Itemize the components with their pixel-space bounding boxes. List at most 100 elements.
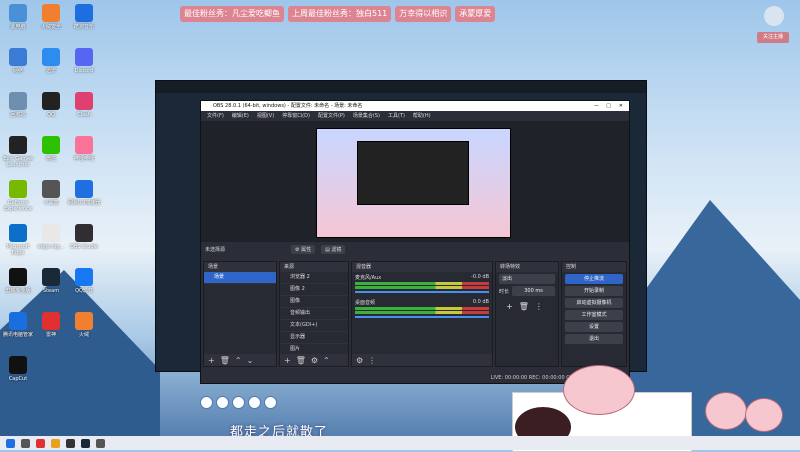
desktop-icon[interactable]: 小黑盒 — [33, 180, 69, 206]
desktop-icon[interactable]: 酷狗音乐 — [66, 4, 102, 30]
menu-docks[interactable]: 停靠窗口(D) — [282, 111, 310, 121]
mixer-channel: 麦克风/Aux -0.0 dB — [352, 272, 492, 297]
desktop-icon[interactable]: QQ影音 — [66, 268, 102, 294]
desktop-icon[interactable]: 火绒安全 — [33, 4, 69, 30]
desktop-icon[interactable]: Discord — [66, 48, 102, 74]
menu-file[interactable]: 文件(F) — [207, 111, 224, 121]
gear-icon: ⚙ — [295, 246, 300, 253]
taskbar-app-icon[interactable] — [96, 438, 105, 448]
add-icon[interactable]: + — [506, 302, 513, 311]
volume-slider[interactable] — [355, 291, 489, 293]
menu-tools[interactable]: 工具(T) — [388, 111, 405, 121]
desktop-icon[interactable]: 网络 — [0, 48, 36, 74]
menu-edit[interactable]: 编辑(E) — [232, 111, 249, 121]
desktop-icon[interactable]: Clash — [66, 92, 102, 118]
settings-icon[interactable]: ⚙ — [311, 356, 318, 365]
desktop-icon[interactable]: 迅雷 — [33, 48, 69, 74]
close-icon[interactable]: ✕ — [619, 101, 623, 111]
taskbar-app-icon[interactable] — [81, 438, 90, 448]
add-icon[interactable]: + — [208, 356, 215, 365]
start-icon[interactable] — [6, 438, 15, 448]
app-icon — [75, 48, 93, 66]
desktop-icon[interactable]: OBS Studio — [66, 224, 102, 250]
source-toolbar: 未选择源 ⚙ 属性 ▤ 滤镜 — [201, 242, 629, 256]
desktop-icon[interactable]: 火绒 — [66, 312, 102, 338]
desktop-icon-label: QQ影音 — [75, 288, 93, 294]
maximize-icon[interactable]: □ — [606, 101, 611, 111]
desktop-icon[interactable]: CapCut — [0, 356, 36, 382]
desktop-icon[interactable]: 雷神 — [33, 312, 69, 338]
volume-slider[interactable] — [355, 316, 489, 318]
desktop-icon[interactable]: 腾讯电脑管家 — [0, 312, 36, 338]
desktop-icon[interactable]: 网易UU加速器 — [66, 180, 102, 206]
taskbar-app-icon[interactable] — [51, 438, 60, 448]
preview-canvas[interactable] — [316, 128, 511, 238]
desktop-icon[interactable]: Steam — [33, 268, 69, 294]
menu-scene-collection[interactable]: 场景集合(S) — [353, 111, 380, 121]
menu-help[interactable]: 帮助(H) — [413, 111, 431, 121]
preview-area[interactable] — [201, 121, 629, 242]
delete-icon[interactable]: 🗑 — [220, 356, 230, 365]
nested-preview — [357, 141, 469, 205]
add-icon[interactable]: + — [284, 356, 291, 365]
move-up-icon[interactable]: ⌃ — [323, 356, 330, 365]
taskbar-app-icon[interactable] — [36, 438, 45, 448]
channel-level: 0.0 dB — [472, 299, 489, 305]
desktop-icon-label: 酷狗音乐 — [73, 24, 94, 30]
desktop-icon-label: 网络 — [12, 68, 23, 74]
taskbar-app-icon[interactable] — [21, 438, 30, 448]
channel-level: -0.0 dB — [471, 274, 489, 280]
more-icon[interactable]: ⋮ — [368, 356, 376, 365]
exit-button[interactable]: 退出 — [565, 334, 623, 344]
properties-button[interactable]: ⚙ 属性 — [291, 244, 316, 254]
stop-streaming-button[interactable]: 停止推流 — [565, 274, 623, 284]
obs-window[interactable]: OBS 28.0.1 (64-bit, windows) - 配置文件: 未命名… — [200, 100, 630, 384]
source-item[interactable]: 文本(GDI+) — [280, 320, 348, 332]
desktop-icon[interactable]: GeForce Experience — [0, 180, 36, 212]
desktop-icon[interactable]: QQ — [33, 92, 69, 118]
more-icon[interactable]: ⋮ — [535, 302, 543, 311]
app-icon — [9, 48, 27, 66]
transition-select[interactable]: 淡出 — [499, 274, 555, 284]
taskbar-app-icon[interactable] — [66, 438, 75, 448]
desktop-icon[interactable]: 此电脑 — [0, 4, 36, 30]
filter-icon: ▤ — [325, 246, 330, 253]
desktop-icon[interactable]: 哔哩哔哩 — [66, 136, 102, 162]
studio-mode-button[interactable]: 工作室模式 — [565, 310, 623, 320]
volume-meter — [355, 286, 489, 289]
duration-input[interactable]: 300 ms — [512, 286, 555, 296]
menu-view[interactable]: 视图(V) — [257, 111, 274, 121]
desktop-icon-label: Clash — [77, 112, 91, 118]
settings-icon[interactable]: ⚙ — [356, 356, 363, 365]
app-icon — [9, 356, 27, 374]
desktop-icon-label: Discord — [74, 68, 94, 74]
start-recording-button[interactable]: 开始录制 — [565, 286, 623, 296]
desktop-icon[interactable]: Microsoft Edge — [0, 224, 36, 256]
source-item[interactable]: 图像 — [280, 296, 348, 308]
filters-button[interactable]: ▤ 滤镜 — [321, 244, 346, 254]
desktop-icon[interactable]: 回收站 — [0, 92, 36, 118]
source-item[interactable]: 显示器 — [280, 332, 348, 344]
follow-button[interactable]: 关注主播 — [757, 32, 789, 43]
desktop-icon-label: 此电脑 — [10, 24, 26, 30]
scene-item[interactable]: 场景 — [204, 272, 276, 284]
desktop-icon-label: 火绒 — [78, 332, 89, 338]
delete-icon[interactable]: 🗑 — [296, 356, 306, 365]
desktop-icon[interactable]: 微信 — [33, 136, 69, 162]
move-down-icon[interactable]: ⌄ — [247, 356, 254, 365]
source-item[interactable]: 音频输出 — [280, 308, 348, 320]
source-item[interactable]: 浏览器 2 — [280, 272, 348, 284]
menu-profile[interactable]: 配置文件(P) — [318, 111, 345, 121]
desktop-icon[interactable]: edge-log... — [33, 224, 69, 250]
desktop-icon[interactable]: 剪映专业版 — [0, 268, 36, 294]
source-item[interactable]: 图像 2 — [280, 284, 348, 296]
minimize-icon[interactable]: — — [594, 101, 599, 111]
app-icon — [42, 92, 60, 110]
desktop-icon[interactable]: Epic Games Launcher — [0, 136, 36, 168]
virtual-camera-button[interactable]: 启动虚拟摄像机 — [565, 298, 623, 308]
delete-icon[interactable]: 🗑 — [519, 302, 529, 311]
filters-label: 滤镜 — [331, 246, 342, 253]
banner-item: 万幸得以相识 — [395, 6, 452, 22]
move-up-icon[interactable]: ⌃ — [235, 356, 242, 365]
settings-button[interactable]: 设置 — [565, 322, 623, 332]
